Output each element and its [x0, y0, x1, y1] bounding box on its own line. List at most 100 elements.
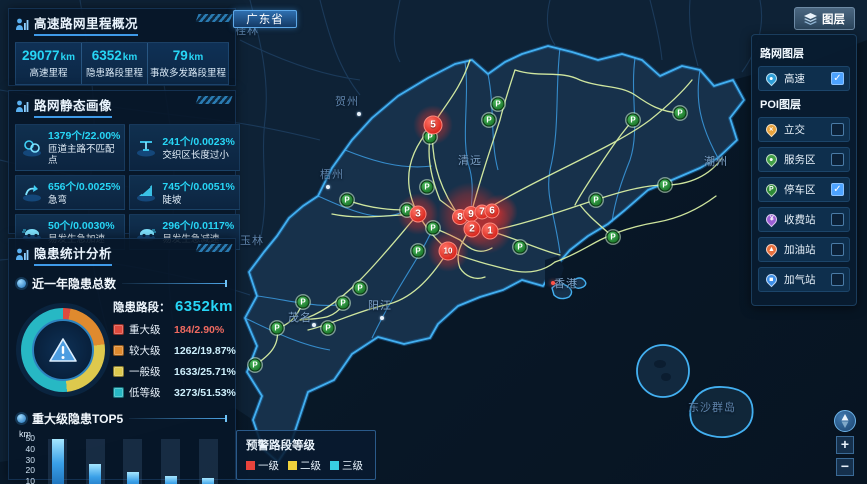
stat-label: 隐患路段里程 [84, 65, 145, 79]
layers-button[interactable]: 图层 [794, 7, 855, 30]
layer-item-label: 服务区 [784, 152, 826, 167]
compass-button[interactable] [834, 410, 856, 432]
layer-item-停车区[interactable]: P停车区✓ [758, 177, 850, 202]
cng-station-pin-icon: ■ [764, 272, 779, 287]
warning-marker-10[interactable]: 10 [439, 242, 458, 261]
warning-marker-6[interactable]: 6 [485, 204, 500, 219]
warning-triangle-icon [48, 337, 78, 364]
parking-area-marker[interactable]: P [483, 114, 496, 127]
hazard-legend-swatch [113, 387, 124, 398]
layers-icon [804, 13, 817, 25]
warning-marker-1[interactable]: 1 [482, 223, 499, 240]
pin-shape: ● [764, 71, 780, 87]
parking-area-marker[interactable]: P [492, 98, 505, 111]
poi-layer-items: ×立交✓●服务区✓P停车区✓¥收费站✓▲加油站✓■加气站✓ [758, 117, 850, 292]
portrait-card-label: 急弯 [48, 195, 120, 206]
warning-legend-swatch [246, 461, 255, 470]
layer-checkbox[interactable]: ✓ [831, 273, 844, 286]
hazard-legend-swatch [113, 324, 124, 335]
portrait-card-value: 50个/0.0030% [48, 218, 120, 233]
warning-legend-item: 三级 [330, 458, 363, 473]
stat-value: 79km [150, 48, 226, 63]
warning-legend-item: 二级 [288, 458, 321, 473]
layers-panel: 路网图层 ●高速✓ POI图层 ×立交✓●服务区✓P停车区✓¥收费站✓▲加油站✓… [751, 34, 857, 306]
warning-legend-label: 三级 [342, 458, 363, 473]
parking-area-marker[interactable]: P [421, 181, 434, 194]
map-nav-controls: + − [834, 410, 856, 476]
portrait-card-value: 1379个/22.00% [48, 128, 120, 143]
warning-marker-2[interactable]: 2 [464, 221, 481, 238]
warning-legend-panel: 预警路段等级 一级二级三级 [236, 430, 376, 480]
mileage-stat: 79km事故多发路段里程 [147, 43, 228, 84]
layer-checkbox[interactable]: ✓ [831, 213, 844, 226]
zoom-out-button[interactable]: − [836, 458, 854, 476]
layer-item-服务区[interactable]: ●服务区✓ [758, 147, 850, 172]
panel-mileage-overview: 高速路网里程概况 29077km高速里程6352km隐患路段里程79km事故多发… [8, 8, 236, 86]
parking-area-marker[interactable]: P [354, 282, 367, 295]
parking-area-marker[interactable]: P [412, 245, 425, 258]
bar-group [114, 439, 152, 484]
warning-marker-3[interactable]: 3 [410, 206, 427, 223]
bar-group [39, 439, 77, 484]
layer-checkbox[interactable]: ✓ [831, 153, 844, 166]
city-dot [357, 112, 361, 116]
layer-checkbox[interactable]: ✓ [831, 183, 844, 196]
bar-chart-y-tick: 30 [17, 455, 35, 465]
warning-legend-swatch [288, 461, 297, 470]
parking-area-marker[interactable]: P [322, 322, 335, 335]
parking-area-marker[interactable]: P [297, 296, 310, 309]
layer-item-高速[interactable]: ● 高速 ✓ [758, 66, 850, 91]
parking-area-marker[interactable]: P [674, 107, 687, 120]
hazard-legend-label: 较大级 [129, 343, 169, 358]
bar-track [123, 439, 142, 484]
stat-unit: km [123, 52, 137, 63]
zoom-in-button[interactable]: + [836, 436, 854, 454]
compass-needle-icon [840, 414, 850, 428]
parking-area-marker[interactable]: P [271, 322, 284, 335]
bar-chart-y-tick: 20 [17, 465, 35, 475]
layer-checkbox[interactable]: ✓ [831, 72, 844, 85]
layer-item-label: 加油站 [784, 242, 826, 257]
header-stripes-decoration [196, 244, 233, 252]
mileage-stat: 29077km高速里程 [16, 43, 81, 84]
header-stripes-decoration [196, 96, 233, 104]
hazard-legend: 重大级184/2.90%较大级1262/19.87%一般级1633/25.71%… [113, 322, 236, 400]
hazard-legend-row: 重大级184/2.90% [113, 322, 236, 337]
parking-area-marker[interactable]: P [337, 297, 350, 310]
parking-area-marker[interactable]: P [627, 114, 640, 127]
stat-value: 6352km [84, 48, 145, 63]
province-tab[interactable]: 广东省 [233, 10, 297, 28]
layer-item-立交[interactable]: ×立交✓ [758, 117, 850, 142]
parking-area-marker[interactable]: P [590, 194, 603, 207]
city-label-香港: 香港 [554, 275, 578, 291]
layer-checkbox[interactable]: ✓ [831, 243, 844, 256]
mileage-stats: 29077km高速里程6352km 隐患路段里程79km事故多发路段里程 [15, 42, 229, 85]
layer-item-加油站[interactable]: ▲加油站✓ [758, 237, 850, 262]
pin-shape: ■ [764, 272, 780, 288]
layer-item-label: 高速 [784, 71, 826, 86]
city-label-贺州: 贺州 [335, 93, 359, 109]
panel-title: 隐患统计分析 [34, 243, 112, 266]
stat-unit: km [189, 52, 203, 63]
bar-fill [89, 464, 101, 484]
portrait-card: 656个/0.0025%急弯 [15, 175, 125, 210]
parking-area-marker[interactable]: P [341, 194, 354, 207]
parking-area-marker[interactable]: P [249, 359, 262, 372]
hazard-legend-row: 较大级1262/19.87% [113, 343, 236, 358]
warning-marker-5[interactable]: 5 [424, 116, 443, 135]
layer-item-label: 停车区 [784, 182, 826, 197]
parking-area-marker[interactable]: P [514, 241, 527, 254]
parking-area-marker[interactable]: P [427, 222, 440, 235]
parking-area-marker[interactable]: P [659, 179, 672, 192]
portrait-card-text: 241个/0.0023%交织区长度过小 [162, 134, 234, 161]
layer-item-加气站[interactable]: ■加气站✓ [758, 267, 850, 292]
layer-checkbox[interactable]: ✓ [831, 123, 844, 136]
bar-fill [127, 472, 139, 484]
layer-item-label: 立交 [784, 122, 826, 137]
hazard-legend-swatch [113, 366, 124, 377]
bar-group [189, 439, 227, 484]
hazard-legend-value: 184/2.90% [174, 324, 224, 336]
layer-item-收费站[interactable]: ¥收费站✓ [758, 207, 850, 232]
road-layer-items: ● 高速 ✓ [758, 66, 850, 91]
parking-area-marker[interactable]: P [607, 231, 620, 244]
